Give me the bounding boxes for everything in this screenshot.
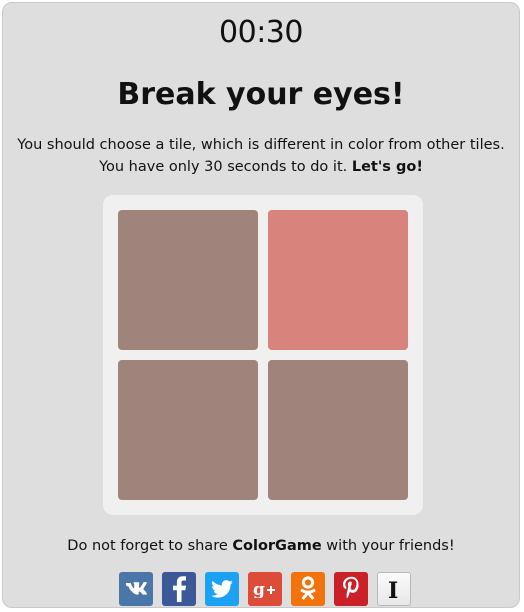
instructions: You should choose a tile, which is diffe…	[3, 134, 519, 178]
tile[interactable]	[268, 360, 408, 500]
instructions-line-1: You should choose a tile, which is diffe…	[17, 137, 505, 153]
share-suffix: with your friends!	[321, 538, 455, 554]
instructions-line-2-text: You have only 30 seconds to do it.	[99, 159, 352, 175]
instapaper-share-button[interactable]: I	[377, 572, 411, 606]
share-prefix: Do not forget to share	[67, 538, 233, 554]
instructions-line-2: You have only 30 seconds to do it. Let's…	[3, 156, 519, 178]
social-share-bar: g I	[119, 572, 411, 606]
odnoklassniki-share-button[interactable]	[291, 572, 325, 606]
svg-text:g: g	[253, 580, 265, 598]
pinterest-share-button[interactable]	[334, 572, 368, 606]
instructions-cta: Let's go!	[351, 159, 423, 175]
pinterest-icon	[342, 576, 360, 602]
vk-icon	[125, 582, 147, 596]
odnoklassniki-icon	[299, 576, 317, 602]
facebook-icon	[171, 576, 187, 602]
vk-share-button[interactable]	[119, 572, 153, 606]
facebook-share-button[interactable]	[162, 572, 196, 606]
google-plus-share-button[interactable]: g	[248, 572, 282, 606]
instapaper-icon: I	[386, 577, 402, 601]
page-title: Break your eyes!	[117, 77, 405, 112]
twitter-share-button[interactable]	[205, 572, 239, 606]
tile[interactable]	[268, 210, 408, 350]
tile[interactable]	[118, 210, 258, 350]
twitter-icon	[211, 580, 233, 598]
countdown-timer: 00:30	[219, 15, 303, 50]
game-window: 00:30 Break your eyes! You should choose…	[2, 2, 520, 608]
tile-board	[103, 195, 423, 515]
share-prompt: Do not forget to share ColorGame with yo…	[3, 538, 519, 554]
share-brand: ColorGame	[232, 538, 322, 554]
svg-text:I: I	[388, 578, 398, 601]
google-plus-icon: g	[252, 580, 278, 598]
tile[interactable]	[118, 360, 258, 500]
